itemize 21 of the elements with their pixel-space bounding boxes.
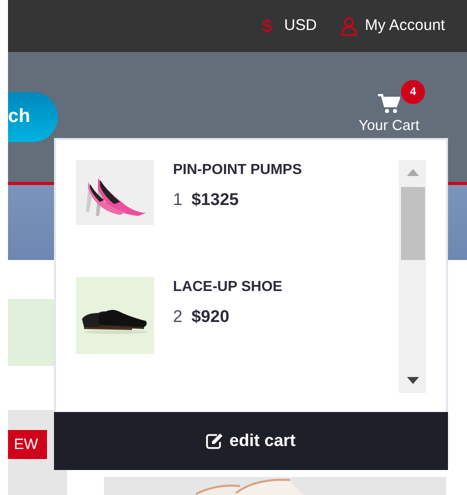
edit-icon [206,433,224,449]
cart-icon[interactable] [378,94,400,114]
quantity: 1 [173,190,182,210]
quantity: 2 [173,307,182,327]
new-badge: EW [8,430,47,459]
account-link[interactable]: My Account [364,17,445,35]
product-name[interactable]: PIN-POINT PUMPS [173,162,302,178]
dollar-icon: $ [262,16,272,36]
edit-cart-button[interactable]: edit cart [54,412,448,470]
scroll-down-icon[interactable] [406,377,418,384]
cart-count-badge: 4 [401,80,425,104]
product-name[interactable]: LACE-UP SHOE [173,279,282,295]
scroll-up-icon[interactable] [406,169,418,176]
card-background [8,299,54,366]
price: $1325 [191,190,239,210]
currency-selector[interactable]: USD [284,17,317,35]
cart-label[interactable]: Your Cart [358,118,420,134]
scrollbar[interactable] [399,160,426,393]
price: $920 [191,307,230,327]
user-icon [340,16,357,36]
scrollbar-thumb[interactable] [400,187,424,260]
